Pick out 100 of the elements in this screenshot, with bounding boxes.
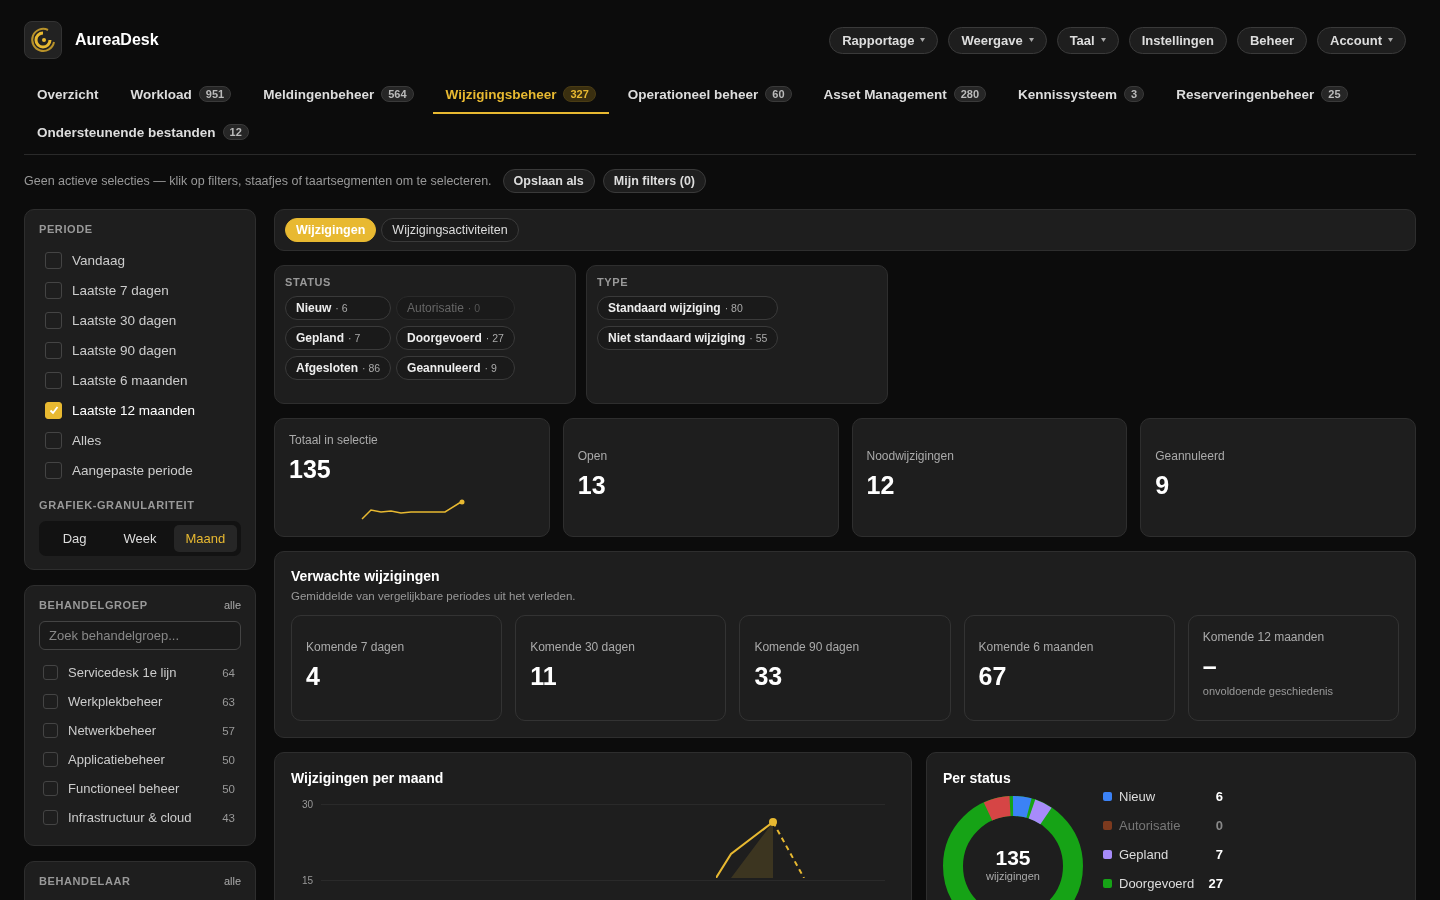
- legend-value: 6: [1215, 789, 1223, 804]
- nav-button[interactable]: Beheer: [1236, 26, 1307, 54]
- checkbox-label: Netwerkbeheer: [68, 723, 158, 738]
- nav-button[interactable]: Instellingen: [1128, 26, 1227, 54]
- filter-title: STATUS: [285, 276, 332, 288]
- search-field[interactable]: Zoek behandelgroep...: [39, 621, 241, 650]
- checkbox[interactable]: [45, 341, 62, 359]
- forecast-note: onvoldoende geschiedenis: [1202, 685, 1335, 697]
- nav-button[interactable]: Account: [1317, 26, 1406, 54]
- all-link[interactable]: alle: [223, 599, 241, 611]
- checkbox[interactable]: [43, 665, 58, 680]
- checkbox[interactable]: [43, 723, 58, 738]
- all-link[interactable]: alle: [223, 875, 241, 887]
- legend-value: 0: [1215, 818, 1223, 833]
- module-tab[interactable]: Reserveringenbeheer 25: [1163, 76, 1361, 114]
- checkbox-label: Werkplekbeheer: [68, 694, 164, 709]
- checkbox[interactable]: [43, 781, 58, 796]
- item-count: 63: [222, 695, 235, 708]
- forecast-label: Komende 7 dagen: [306, 640, 406, 654]
- forecast-value: 4: [306, 662, 321, 691]
- checkbox-label: Functioneel beheer: [68, 781, 181, 796]
- count-badge: 327: [563, 86, 596, 102]
- segment-button[interactable]: Dag: [43, 525, 107, 552]
- forecast-value: 33: [754, 662, 784, 691]
- view-tab[interactable]: Wijzigingsactiviteiten: [381, 218, 519, 242]
- module-tab[interactable]: Operationeel beheer 60: [614, 76, 805, 114]
- axis-tick-label: 15: [300, 874, 313, 886]
- checkbox[interactable]: [45, 461, 62, 479]
- filter-chip[interactable]: Afgesloten · 86: [285, 356, 392, 380]
- legend-value: 7: [1215, 847, 1223, 862]
- filter-chip[interactable]: Geannuleerd · 9: [396, 356, 515, 380]
- checkbox-label: Laatste 6 maanden: [72, 372, 189, 388]
- legend-value: 27: [1208, 876, 1223, 891]
- filter-chip[interactable]: Niet standaard wijziging · 55: [597, 326, 779, 350]
- forecast-value: 11: [530, 662, 558, 691]
- checkbox-label: Aangepaste periode: [72, 462, 194, 478]
- forecast-label: Komende 30 dagen: [530, 640, 636, 654]
- module-tab[interactable]: Kennissysteem 3: [1005, 76, 1158, 114]
- kpi-value: 12: [866, 471, 896, 500]
- checkbox[interactable]: [43, 752, 58, 767]
- module-tab[interactable]: Workload 951: [117, 76, 245, 114]
- filter-chip[interactable]: Standaard wijziging · 80: [597, 296, 779, 320]
- checkbox-label: Laatste 12 maanden: [72, 402, 197, 418]
- checkbox-label: Servicedesk 1e lijn: [68, 665, 178, 680]
- selection-hint: Geen actieve selecties — klik op filters, staafjes of taartsegmenten om te selecteren.: [24, 174, 492, 188]
- module-tab[interactable]: Asset Management 280: [810, 76, 999, 114]
- checkbox[interactable]: [45, 311, 62, 329]
- checkbox-label: Applicatiebeheer: [68, 752, 166, 767]
- check-icon: [47, 404, 60, 416]
- segment-button[interactable]: Week: [108, 525, 172, 552]
- checkbox[interactable]: [45, 371, 62, 389]
- checkbox-label: Laatste 30 dagen: [72, 312, 178, 328]
- filter-button[interactable]: Opslaan als: [502, 169, 595, 193]
- count-badge: 564: [381, 86, 414, 102]
- item-count: 43: [222, 811, 235, 824]
- section-title: BEHANDELGROEP: [39, 599, 148, 611]
- nav-button[interactable]: Weergave: [948, 26, 1047, 54]
- checkbox-label: Vandaag: [72, 252, 127, 268]
- app-name: AureaDesk: [75, 31, 159, 49]
- module-tab[interactable]: Ondersteunende bestanden 12: [24, 114, 262, 152]
- item-count: 57: [222, 724, 235, 737]
- forecast-label: Komende 90 dagen: [754, 640, 861, 654]
- item-count: 50: [222, 753, 235, 766]
- filter-chip[interactable]: Nieuw · 6: [285, 296, 392, 320]
- count-badge: 60: [765, 86, 792, 102]
- panel-title: Verwachte wijzigingen: [291, 568, 441, 584]
- nav-button[interactable]: Rapportage: [829, 26, 939, 54]
- kpi-value: 135: [289, 455, 332, 484]
- module-tab[interactable]: Wijzigingsbeheer 327: [432, 76, 609, 114]
- donut-total: 135: [994, 846, 1032, 870]
- filter-button[interactable]: Mijn filters (0): [602, 169, 707, 193]
- kpi-label: Open: [577, 449, 609, 463]
- filter-chip[interactable]: Gepland · 7: [285, 326, 392, 350]
- kpi-value: 9: [1155, 471, 1171, 500]
- filter-chip[interactable]: Doorgevoerd · 27: [396, 326, 515, 350]
- checkbox[interactable]: [43, 810, 58, 825]
- item-count: 50: [222, 782, 235, 795]
- checkbox-label: Alles: [72, 432, 103, 448]
- panel-subtitle: Gemiddelde van vergelijkbare periodes uit het verleden.: [291, 590, 577, 602]
- legend-label: Autorisatie: [1119, 818, 1182, 833]
- logo-icon: [24, 21, 62, 59]
- checkbox[interactable]: [45, 431, 62, 449]
- panel-title: Per status: [943, 770, 1012, 786]
- count-badge: 951: [198, 86, 232, 102]
- filter-title: TYPE: [597, 276, 630, 288]
- checkbox-label: Infrastructuur & cloud: [68, 810, 193, 825]
- checkbox[interactable]: [45, 251, 62, 269]
- count-badge: 25: [1321, 86, 1348, 102]
- count-badge: 3: [1124, 86, 1145, 102]
- nav-button[interactable]: Taal: [1056, 26, 1119, 54]
- count-badge: 12: [222, 124, 249, 140]
- checkbox[interactable]: [43, 694, 58, 709]
- module-tab[interactable]: Overzicht: [24, 76, 112, 114]
- donut-caption: wijzigingen: [985, 870, 1041, 882]
- checkbox[interactable]: [45, 401, 62, 419]
- kpi-label: Noodwijzigingen: [866, 449, 955, 463]
- checkbox[interactable]: [45, 281, 62, 299]
- module-tab[interactable]: Meldingenbeheer 564: [250, 76, 427, 114]
- segment-button[interactable]: Maand: [173, 525, 237, 552]
- legend-label: Doorgevoerd: [1119, 876, 1196, 891]
